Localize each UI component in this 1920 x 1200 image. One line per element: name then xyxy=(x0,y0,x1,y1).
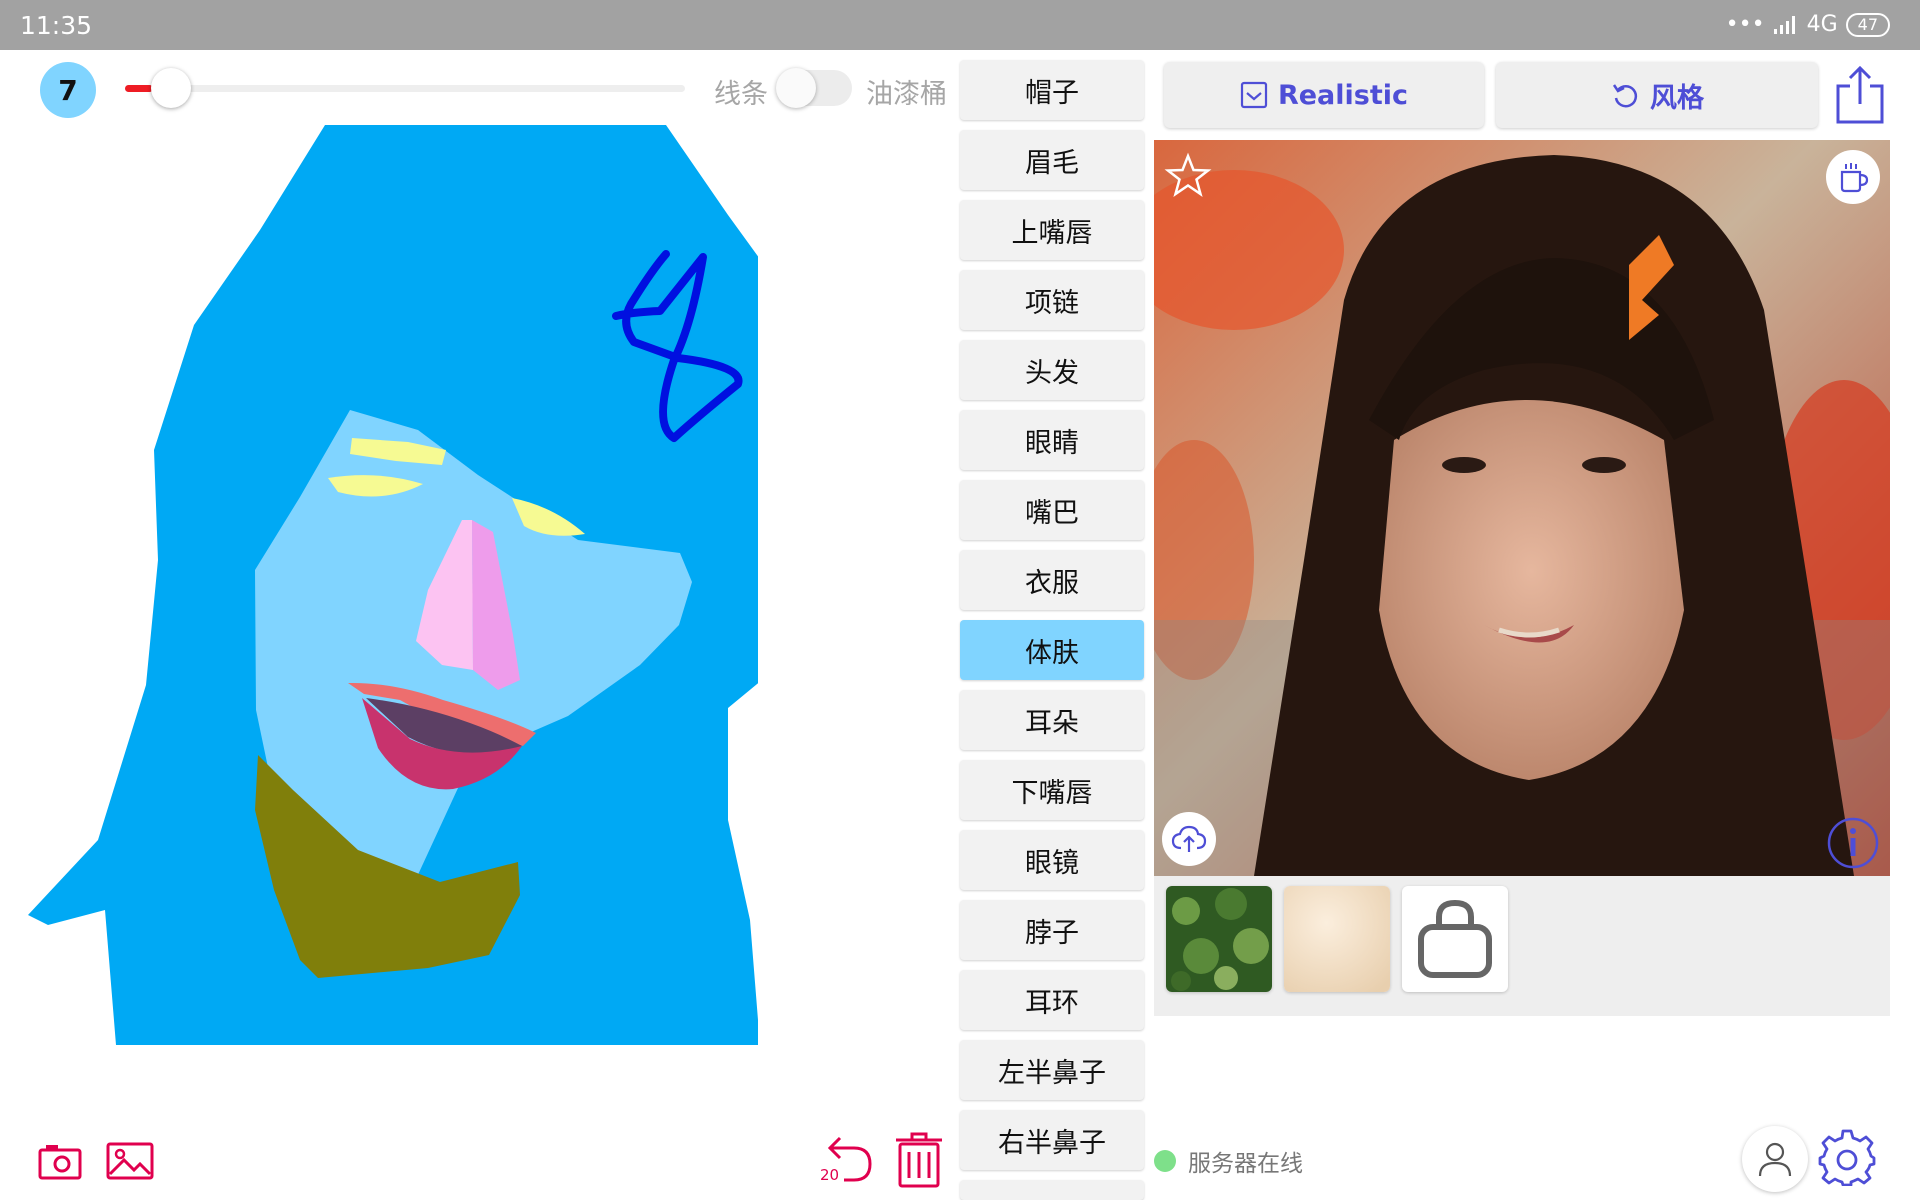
undo-count: 20 xyxy=(820,1166,840,1184)
category-item[interactable]: 左半鼻子 xyxy=(960,1040,1144,1100)
fill-mode-toggle[interactable] xyxy=(776,68,852,108)
category-item[interactable]: 耳环 xyxy=(960,970,1144,1030)
trash-icon[interactable] xyxy=(894,1132,944,1188)
checkbox-icon xyxy=(1240,81,1268,109)
server-status-dot xyxy=(1154,1150,1176,1172)
category-item[interactable]: 体肤 xyxy=(960,620,1144,680)
category-item[interactable]: 耳朵 xyxy=(960,690,1144,750)
server-status: 服务器在线 xyxy=(1154,1144,1303,1178)
gear-icon[interactable] xyxy=(1818,1128,1876,1186)
status-bar: 11:35 ••• 4G 47 xyxy=(0,0,1920,50)
cloud-upload-icon xyxy=(1171,825,1207,852)
cup-button[interactable] xyxy=(1826,150,1880,204)
server-status-label: 服务器在线 xyxy=(1188,1151,1303,1177)
cup-icon xyxy=(1840,163,1869,193)
drawing-canvas[interactable] xyxy=(28,120,758,1050)
category-item[interactable]: 上嘴唇 xyxy=(960,200,1144,260)
status-indicators: ••• 4G 47 xyxy=(1726,12,1890,37)
network-type: 4G xyxy=(1806,12,1838,37)
store-button[interactable] xyxy=(1402,886,1508,992)
category-item[interactable]: 衣服 xyxy=(960,550,1144,610)
toggle-knob xyxy=(776,68,816,108)
mode-line-label: 线条 xyxy=(714,79,768,110)
signal-icon xyxy=(1773,15,1795,34)
skin-swatch xyxy=(1284,886,1390,992)
style-label: 风格 xyxy=(1650,82,1704,114)
realistic-button[interactable]: Realistic xyxy=(1164,62,1484,128)
category-item[interactable]: 眼睛 xyxy=(960,410,1144,470)
style-thumbnail-skin[interactable] xyxy=(1284,886,1390,992)
category-item[interactable]: 脖子 xyxy=(960,900,1144,960)
category-item[interactable]: 下嘴唇 xyxy=(960,760,1144,820)
style-button[interactable]: 风格 xyxy=(1496,62,1818,128)
bag-icon xyxy=(1418,899,1492,978)
portrait-illustration xyxy=(1154,140,1890,876)
slider-thumb[interactable] xyxy=(151,68,191,108)
generated-portrait xyxy=(1154,140,1890,876)
dots-icon: ••• xyxy=(1725,12,1765,37)
category-item[interactable]: 眼镜 xyxy=(960,830,1144,890)
star-icon[interactable] xyxy=(1164,152,1212,200)
battery-icon: 47 xyxy=(1845,12,1890,37)
info-icon[interactable] xyxy=(1826,816,1880,870)
category-item[interactable]: 帽子 xyxy=(960,60,1144,120)
style-thumbnail-foliage[interactable] xyxy=(1166,886,1272,992)
style-thumbnail-strip xyxy=(1154,876,1890,1016)
brush-size-badge[interactable]: 7 xyxy=(40,62,96,118)
foliage-swatch xyxy=(1166,886,1272,992)
refresh-icon xyxy=(1612,84,1638,108)
category-item[interactable]: 眉毛 xyxy=(960,130,1144,190)
gallery-icon[interactable] xyxy=(106,1142,154,1180)
slider-fill xyxy=(125,85,153,92)
mode-fill-label: 油漆桶 xyxy=(866,79,947,110)
category-item[interactable]: 右半鼻子 xyxy=(960,1110,1144,1170)
category-item[interactable]: 项链 xyxy=(960,270,1144,330)
user-button[interactable] xyxy=(1742,1126,1808,1192)
status-time: 11:35 xyxy=(20,11,93,40)
category-item[interactable]: 嘴巴 xyxy=(960,480,1144,540)
camera-icon[interactable] xyxy=(38,1142,82,1180)
brush-size-slider[interactable] xyxy=(125,85,685,92)
user-icon xyxy=(1758,1142,1792,1177)
realistic-label: Realistic xyxy=(1277,79,1409,111)
share-icon[interactable] xyxy=(1832,64,1888,128)
category-item[interactable]: 头发 xyxy=(960,340,1144,400)
category-item-partial[interactable] xyxy=(960,1180,1144,1200)
upload-button[interactable] xyxy=(1162,812,1216,866)
